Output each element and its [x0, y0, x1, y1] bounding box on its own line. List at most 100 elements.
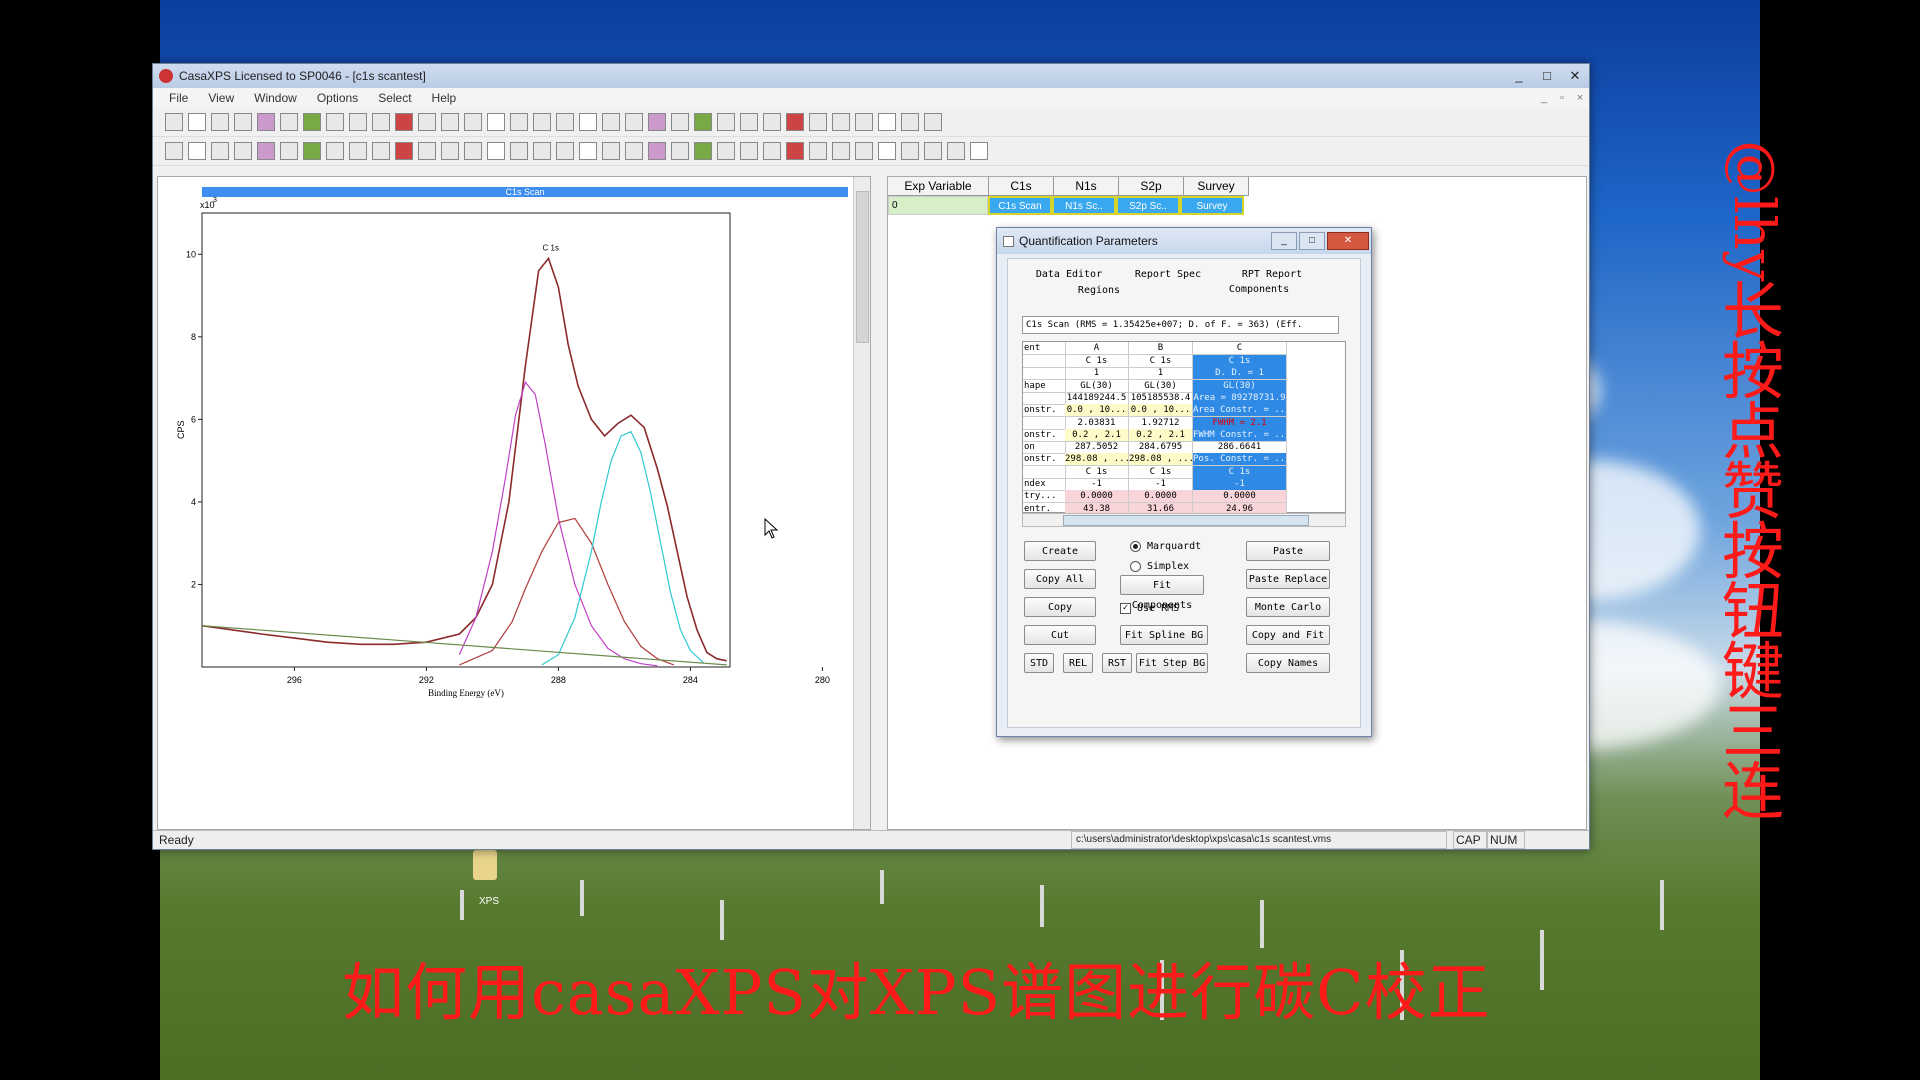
- col-n1s[interactable]: N1s: [1054, 177, 1119, 196]
- tab-components[interactable]: Components: [1204, 284, 1314, 295]
- use-rms-option[interactable]: ✓ Use RMS: [1120, 603, 1179, 614]
- grid-row-label[interactable]: [1023, 355, 1066, 368]
- toolbar-button-icon[interactable]: [878, 142, 896, 160]
- mdi-minimize-icon[interactable]: _: [1535, 92, 1553, 104]
- monte-carlo-button[interactable]: Monte Carlo: [1246, 597, 1330, 617]
- toolbar-button-icon[interactable]: [809, 142, 827, 160]
- cell-s2p[interactable]: S2p Sc..: [1116, 196, 1180, 215]
- toolbar-button-icon[interactable]: [809, 113, 827, 131]
- grid-cell[interactable]: GL(30): [1129, 379, 1193, 393]
- toolbar-button-icon[interactable]: [579, 113, 597, 131]
- toolbar-button-icon[interactable]: [855, 142, 873, 160]
- grid-cell[interactable]: 105185538.4: [1129, 391, 1193, 405]
- tab-report-spec[interactable]: Report Spec: [1120, 269, 1216, 280]
- toolbar-button-icon[interactable]: [579, 142, 597, 160]
- toolbar-button-icon[interactable]: [257, 113, 275, 131]
- grid-cell[interactable]: -1: [1129, 478, 1193, 491]
- std-button[interactable]: STD: [1024, 653, 1054, 673]
- menu-options[interactable]: Options: [307, 91, 368, 105]
- grid-cell[interactable]: 298.08 , ...: [1129, 453, 1193, 467]
- grid-row-label[interactable]: ndex: [1023, 478, 1066, 491]
- grid-cell[interactable]: D. D. = 1: [1193, 367, 1287, 381]
- dialog-minimize-icon[interactable]: _: [1271, 232, 1297, 250]
- toolbar-button-icon[interactable]: [533, 142, 551, 160]
- grid-row-label[interactable]: try...: [1023, 490, 1066, 504]
- tab-data-editor[interactable]: Data Editor: [1024, 269, 1114, 280]
- maximize-button[interactable]: □: [1533, 66, 1561, 86]
- toolbar-button-icon[interactable]: [970, 142, 988, 160]
- toolbar-button-icon[interactable]: [947, 142, 965, 160]
- toolbar-button-icon[interactable]: [188, 142, 206, 160]
- grid-cell[interactable]: C 1s: [1193, 355, 1287, 368]
- menu-view[interactable]: View: [198, 91, 244, 105]
- grid-row-label[interactable]: onstr.: [1023, 428, 1066, 442]
- grid-cell[interactable]: 2.03831: [1065, 416, 1129, 430]
- col-c1s[interactable]: C1s: [989, 177, 1054, 196]
- menu-file[interactable]: File: [159, 91, 198, 105]
- toolbar-button-icon[interactable]: [786, 113, 804, 131]
- toolbar-button-icon[interactable]: [855, 113, 873, 131]
- toolbar-button-icon[interactable]: [740, 113, 758, 131]
- toolbar-button-icon[interactable]: [556, 142, 574, 160]
- toolbar-button-icon[interactable]: [671, 113, 689, 131]
- toolbar-button-icon[interactable]: [694, 142, 712, 160]
- toolbar-button-icon[interactable]: [602, 113, 620, 131]
- menu-select[interactable]: Select: [368, 91, 421, 105]
- tab-rpt-report[interactable]: RPT Report: [1224, 269, 1320, 280]
- toolbar-button-icon[interactable]: [303, 113, 321, 131]
- grid-cell[interactable]: 298.08 , ...: [1065, 453, 1129, 467]
- toolbar-button-icon[interactable]: [694, 113, 712, 131]
- copy-names-button[interactable]: Copy Names: [1246, 653, 1330, 673]
- grid-cell[interactable]: C 1s: [1065, 355, 1129, 368]
- toolbar-button-icon[interactable]: [763, 142, 781, 160]
- toolbar-button-icon[interactable]: [211, 142, 229, 160]
- toolbar-button-icon[interactable]: [326, 142, 344, 160]
- grid-cell[interactable]: 284.6795: [1129, 441, 1193, 455]
- spectrum-plot-pane[interactable]: C1s Scan 296 292 288 284 280 2 4 6 8 10 x10 3 CPS…: [157, 176, 871, 830]
- toolbar-button-icon[interactable]: [533, 113, 551, 131]
- grid-cell[interactable]: C: [1193, 342, 1287, 355]
- paste-replace-button[interactable]: Paste Replace: [1246, 569, 1330, 589]
- create-button[interactable]: Create: [1024, 541, 1096, 561]
- toolbar-button-icon[interactable]: [441, 142, 459, 160]
- marquardt-radio[interactable]: [1130, 541, 1141, 552]
- toolbar-button-icon[interactable]: [395, 113, 413, 131]
- grid-cell[interactable]: 287.5052: [1065, 441, 1129, 455]
- toolbar-button-icon[interactable]: [464, 113, 482, 131]
- grid-cell[interactable]: 0.0 , 10...: [1129, 404, 1193, 418]
- grid-row-label[interactable]: [1023, 416, 1066, 430]
- grid-row-label[interactable]: on: [1023, 441, 1066, 455]
- scrollbar-thumb[interactable]: [856, 191, 869, 343]
- mdi-close-icon[interactable]: ×: [1571, 92, 1589, 104]
- toolbar-button-icon[interactable]: [188, 113, 206, 131]
- fit-step-bg-button[interactable]: Fit Step BG: [1136, 653, 1208, 673]
- toolbar-button-icon[interactable]: [303, 142, 321, 160]
- grid-cell[interactable]: 0.2 , 2.1: [1129, 428, 1193, 442]
- grid-cell[interactable]: 1: [1065, 367, 1129, 381]
- toolbar-button-icon[interactable]: [832, 113, 850, 131]
- toolbar-button-icon[interactable]: [326, 113, 344, 131]
- grid-cell[interactable]: FWHM Constr. = ...: [1193, 428, 1287, 442]
- menu-window[interactable]: Window: [244, 91, 307, 105]
- toolbar-button-icon[interactable]: [763, 113, 781, 131]
- rst-button[interactable]: RST: [1102, 653, 1132, 673]
- toolbar-button-icon[interactable]: [924, 113, 942, 131]
- grid-row-label[interactable]: hape: [1023, 379, 1066, 393]
- toolbar-button-icon[interactable]: [418, 142, 436, 160]
- xps-folder-icon[interactable]: [473, 850, 497, 880]
- toolbar-button-icon[interactable]: [717, 142, 735, 160]
- components-grid[interactable]: ent A B C C 1s C 1s C 1s 1 1 D. D. = 1 hape GL(30) G…: [1022, 341, 1346, 516]
- grid-cell[interactable]: Area Constr. = ...: [1193, 404, 1287, 418]
- close-button[interactable]: ✕: [1561, 66, 1589, 86]
- grid-cell[interactable]: 0.2 , 2.1: [1065, 428, 1129, 442]
- toolbar-button-icon[interactable]: [648, 113, 666, 131]
- grid-row-label[interactable]: [1023, 465, 1066, 479]
- toolbar-button-icon[interactable]: [510, 142, 528, 160]
- toolbar-button-icon[interactable]: [556, 113, 574, 131]
- toolbar-button-icon[interactable]: [257, 142, 275, 160]
- col-survey[interactable]: Survey: [1184, 177, 1249, 196]
- toolbar-button-icon[interactable]: [418, 113, 436, 131]
- toolbar-button-icon[interactable]: [786, 142, 804, 160]
- grid-row-label[interactable]: [1023, 367, 1066, 381]
- grid-cell[interactable]: Pos. Constr. = ...: [1193, 453, 1287, 467]
